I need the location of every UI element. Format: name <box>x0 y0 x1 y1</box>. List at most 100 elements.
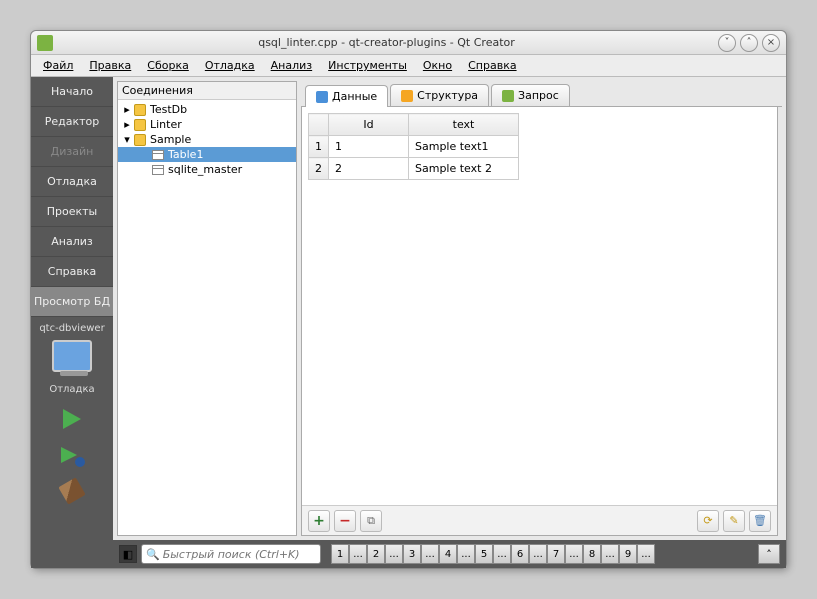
app-icon <box>37 35 53 51</box>
tree-item-testdb[interactable]: ▸ TestDb <box>118 102 296 117</box>
menu-window[interactable]: Окно <box>415 57 460 74</box>
minus-icon: − <box>339 513 351 529</box>
mode-debug[interactable]: Отладка <box>31 167 113 197</box>
locator-btn[interactable]: 3 <box>403 544 421 564</box>
locator-btn[interactable]: 9 <box>619 544 637 564</box>
search-icon: 🔍 <box>146 548 160 561</box>
locator-btn[interactable]: ... <box>529 544 547 564</box>
menu-edit[interactable]: Правка <box>81 57 139 74</box>
toggle-sidebar-button[interactable]: ◧ <box>119 545 137 563</box>
run-button[interactable] <box>63 409 81 429</box>
locator-btn[interactable]: 6 <box>511 544 529 564</box>
main-window: qsql_linter.cpp - qt-creator-plugins - Q… <box>30 30 787 569</box>
locator-btn[interactable]: 7 <box>547 544 565 564</box>
mode-analyze[interactable]: Анализ <box>31 227 113 257</box>
table-row[interactable]: 2 2 Sample text 2 <box>309 158 519 180</box>
menu-debug[interactable]: Отладка <box>197 57 263 74</box>
tree-item-table1[interactable]: Table1 <box>118 147 296 162</box>
connections-title: Соединения <box>118 82 296 100</box>
database-icon <box>134 104 146 116</box>
trash-icon: 🗑 <box>753 514 767 527</box>
copy-icon: ⧉ <box>367 514 375 528</box>
window-title: qsql_linter.cpp - qt-creator-plugins - Q… <box>59 36 714 49</box>
db-content-panel: Данные Структура Запрос <box>301 81 782 536</box>
locator-btn[interactable]: ... <box>637 544 655 564</box>
add-row-button[interactable]: + <box>308 510 330 532</box>
data-grid: Id text 1 1 Sample text1 2 <box>308 113 519 180</box>
cell-text[interactable]: Sample text 2 <box>409 158 519 180</box>
tree-label: TestDb <box>150 103 187 116</box>
output-pane-toggle[interactable]: ˄ <box>758 544 780 564</box>
table-icon <box>152 165 164 175</box>
build-button[interactable] <box>58 477 85 504</box>
locator-btn[interactable]: 5 <box>475 544 493 564</box>
mode-edit[interactable]: Редактор <box>31 107 113 137</box>
row-number: 1 <box>309 136 329 158</box>
grid-header-row: Id text <box>309 114 519 136</box>
locator-btn[interactable]: 1 <box>331 544 349 564</box>
database-icon <box>134 119 146 131</box>
tab-structure[interactable]: Структура <box>390 84 489 106</box>
locator-btn[interactable]: ... <box>457 544 475 564</box>
target-icon[interactable] <box>52 340 92 372</box>
mode-welcome[interactable]: Начало <box>31 77 113 107</box>
locator-btn[interactable]: 8 <box>583 544 601 564</box>
tab-label: Запрос <box>518 89 559 102</box>
mode-design: Дизайн <box>31 137 113 167</box>
column-header-id[interactable]: Id <box>329 114 409 136</box>
plus-icon: + <box>313 513 325 529</box>
locator-btn[interactable]: ... <box>421 544 439 564</box>
tree-label: sqlite_master <box>168 163 242 176</box>
cell-id[interactable]: 1 <box>329 136 409 158</box>
locator-search[interactable]: 🔍 <box>141 544 321 564</box>
table-row[interactable]: 1 1 Sample text1 <box>309 136 519 158</box>
menu-build[interactable]: Сборка <box>139 57 197 74</box>
mode-help[interactable]: Справка <box>31 257 113 287</box>
locator-btn[interactable]: ... <box>601 544 619 564</box>
tree-item-linter[interactable]: ▸ Linter <box>118 117 296 132</box>
refresh-button[interactable]: ⟳ <box>697 510 719 532</box>
debug-run-button[interactable] <box>61 443 83 465</box>
tree-item-sample[interactable]: ▾ Sample <box>118 132 296 147</box>
locator-btn[interactable]: ... <box>349 544 367 564</box>
collapse-icon[interactable]: ▾ <box>122 133 132 146</box>
menu-analyze[interactable]: Анализ <box>263 57 321 74</box>
locator-btn[interactable]: 2 <box>367 544 385 564</box>
menubar: Файл Правка Сборка Отладка Анализ Инстру… <box>31 55 786 77</box>
cell-text[interactable]: Sample text1 <box>409 136 519 158</box>
locator-btn[interactable]: ... <box>493 544 511 564</box>
tree-item-sqlitemaster[interactable]: sqlite_master <box>118 162 296 177</box>
mode-projects[interactable]: Проекты <box>31 197 113 227</box>
search-input[interactable] <box>163 548 316 561</box>
locator-btn[interactable]: ... <box>385 544 403 564</box>
menu-help[interactable]: Справка <box>460 57 524 74</box>
corner-cell <box>309 114 329 136</box>
data-tab-content: Id text 1 1 Sample text1 2 <box>301 107 778 536</box>
locator-buttons: 1 ... 2 ... 3 ... 4 ... 5 ... 6 ... 7 ..… <box>331 544 655 564</box>
tree-label: Table1 <box>168 148 203 161</box>
locator-btn[interactable]: ... <box>565 544 583 564</box>
delete-button[interactable]: 🗑 <box>749 510 771 532</box>
maximize-button[interactable]: ˄ <box>740 34 758 52</box>
copy-row-button[interactable]: ⧉ <box>360 510 382 532</box>
tab-data[interactable]: Данные <box>305 85 388 107</box>
data-toolbar: + − ⧉ ⟳ ✎ 🗑 <box>302 505 777 535</box>
tab-label: Данные <box>332 90 377 103</box>
locator-btn[interactable]: 4 <box>439 544 457 564</box>
column-header-text[interactable]: text <box>409 114 519 136</box>
cell-id[interactable]: 2 <box>329 158 409 180</box>
close-button[interactable]: × <box>762 34 780 52</box>
expand-icon[interactable]: ▸ <box>122 103 132 116</box>
minimize-button[interactable]: ˅ <box>718 34 736 52</box>
menu-tools[interactable]: Инструменты <box>320 57 415 74</box>
kit-label: qtc-dbviewer <box>31 317 113 334</box>
delete-row-button[interactable]: − <box>334 510 356 532</box>
status-bar: ◧ 🔍 1 ... 2 ... 3 ... 4 ... 5 ... 6 <box>113 540 786 568</box>
tab-query[interactable]: Запрос <box>491 84 570 106</box>
run-mode-label: Отладка <box>31 378 113 395</box>
expand-icon[interactable]: ▸ <box>122 118 132 131</box>
connections-tree: ▸ TestDb ▸ Linter ▾ Sample <box>118 100 296 535</box>
mode-dbview[interactable]: Просмотр БД <box>31 287 113 317</box>
menu-file[interactable]: Файл <box>35 57 81 74</box>
edit-button[interactable]: ✎ <box>723 510 745 532</box>
